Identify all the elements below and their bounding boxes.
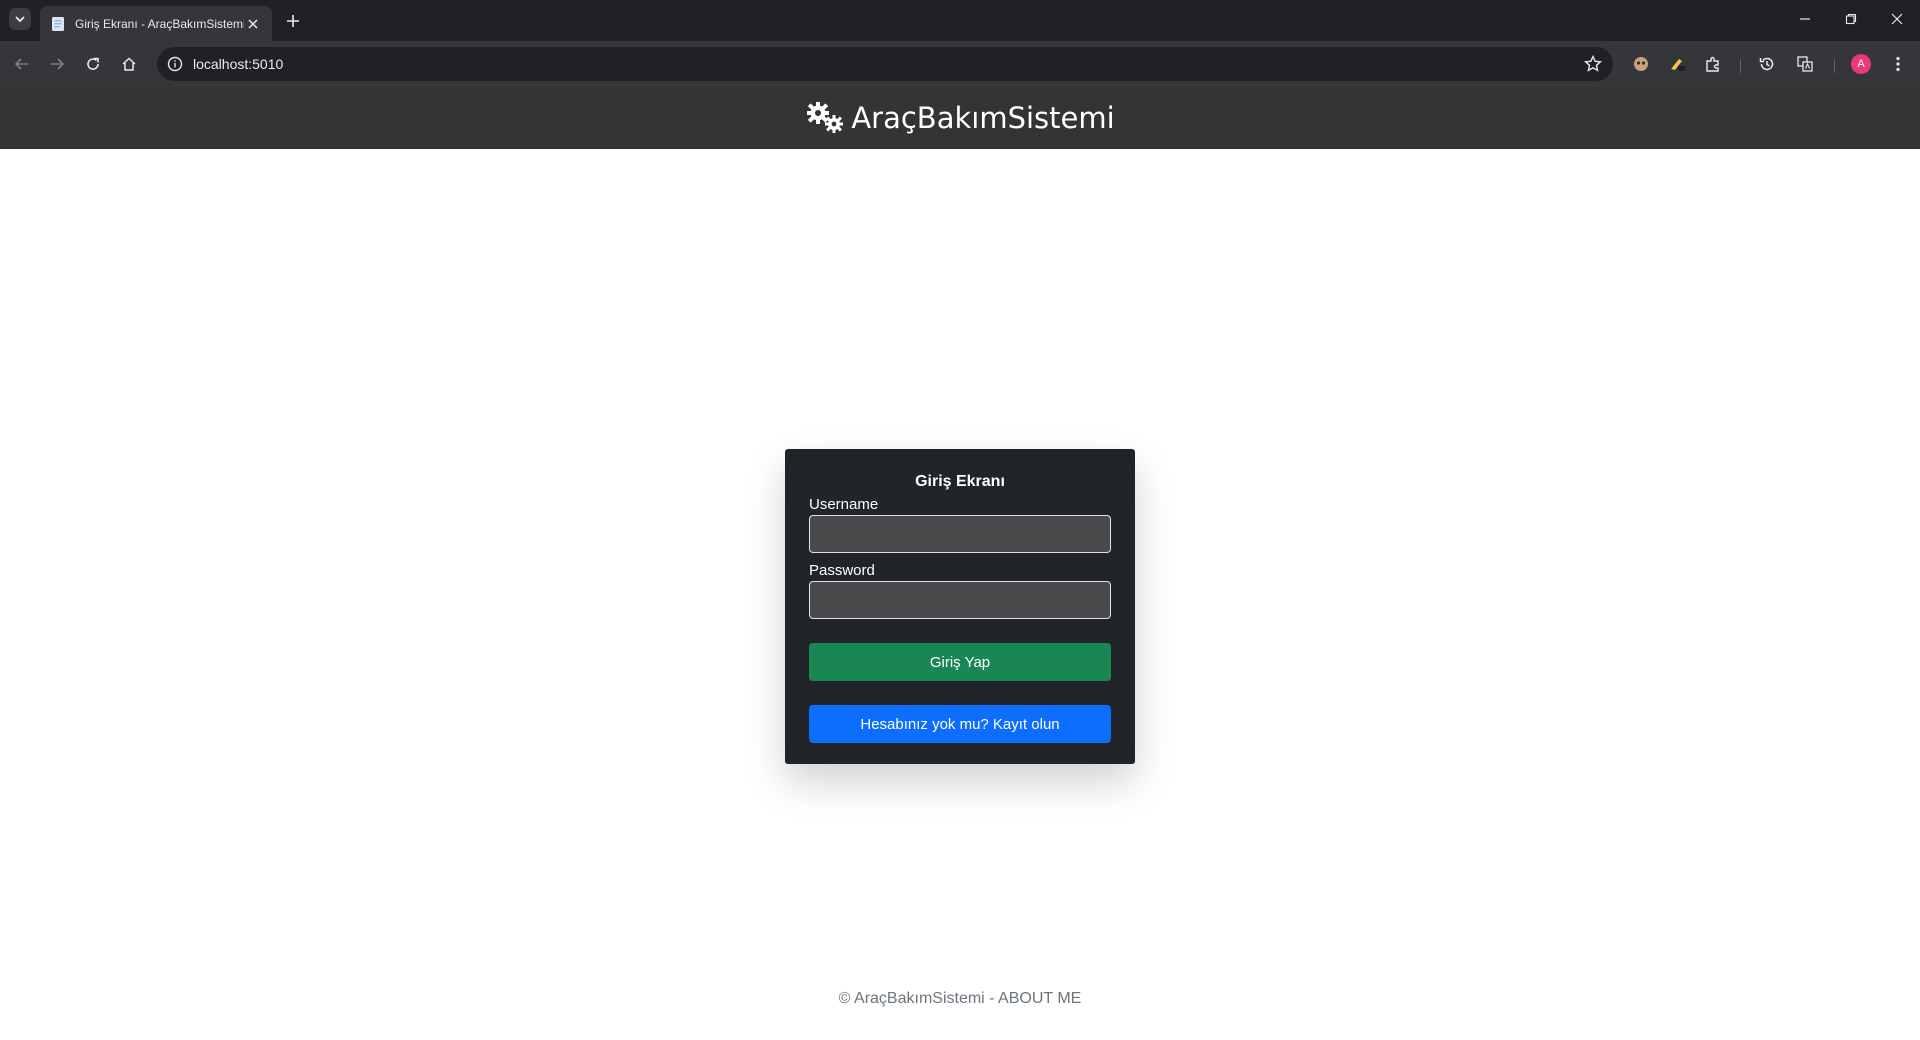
brand-link[interactable]: AraçBakımSistemi (805, 101, 1115, 135)
extension-icon[interactable] (1629, 52, 1653, 76)
back-arrow-icon[interactable] (8, 50, 36, 78)
footer-text[interactable]: © AraçBakımSistemi - ABOUT ME (839, 990, 1082, 1007)
minimize-icon[interactable] (1790, 6, 1820, 32)
puzzle-icon[interactable] (1701, 52, 1725, 76)
toolbar-divider (1834, 59, 1835, 73)
forward-arrow-icon[interactable] (43, 50, 71, 78)
toolbar-divider (1740, 59, 1741, 73)
active-tab[interactable]: Giriş Ekranı - AraçBakımSistemi (40, 6, 272, 41)
window-close-icon[interactable] (1882, 6, 1912, 32)
login-title: Giriş Ekranı (915, 473, 1005, 490)
brand-name: AraçBakımSistemi (851, 101, 1115, 135)
login-card: Giriş Ekranı Username Password Giriş Yap… (785, 449, 1135, 764)
profile-avatar[interactable]: A (1849, 52, 1873, 76)
app-header: AraçBakımSistemi (0, 87, 1920, 149)
footer: © AraçBakımSistemi - ABOUT ME (0, 990, 1920, 1008)
browser-toolbar: localhost:5010 A (0, 41, 1920, 87)
address-bar[interactable]: localhost:5010 (157, 47, 1613, 81)
password-input[interactable] (809, 581, 1111, 619)
login-button[interactable]: Giriş Yap (809, 643, 1111, 681)
history-icon[interactable] (1755, 52, 1779, 76)
extension-icon[interactable] (1665, 52, 1689, 76)
bookmark-star-icon[interactable] (1583, 54, 1603, 74)
page-favicon-icon (52, 16, 64, 31)
username-label: Username (809, 496, 879, 513)
close-icon[interactable] (244, 15, 262, 33)
password-label: Password (809, 562, 875, 579)
translate-icon[interactable] (1793, 52, 1817, 76)
plus-icon[interactable] (282, 10, 304, 32)
site-info-icon[interactable] (166, 55, 184, 73)
menu-dots-icon[interactable] (1886, 52, 1910, 76)
username-input[interactable] (809, 515, 1111, 553)
home-icon[interactable] (115, 50, 143, 78)
gears-icon (807, 102, 844, 133)
reload-icon[interactable] (79, 50, 107, 78)
tab-title: Giriş Ekranı - AraçBakımSistemi (75, 16, 244, 31)
restore-icon[interactable] (1836, 6, 1866, 32)
browser-tabstrip: Giriş Ekranı - AraçBakımSistemi (0, 0, 1920, 41)
url-text: localhost:5010 (193, 56, 284, 72)
avatar: A (1851, 54, 1871, 74)
register-button[interactable]: Hesabınız yok mu? Kayıt olun (809, 705, 1111, 743)
tab-search-icon[interactable] (9, 8, 31, 30)
